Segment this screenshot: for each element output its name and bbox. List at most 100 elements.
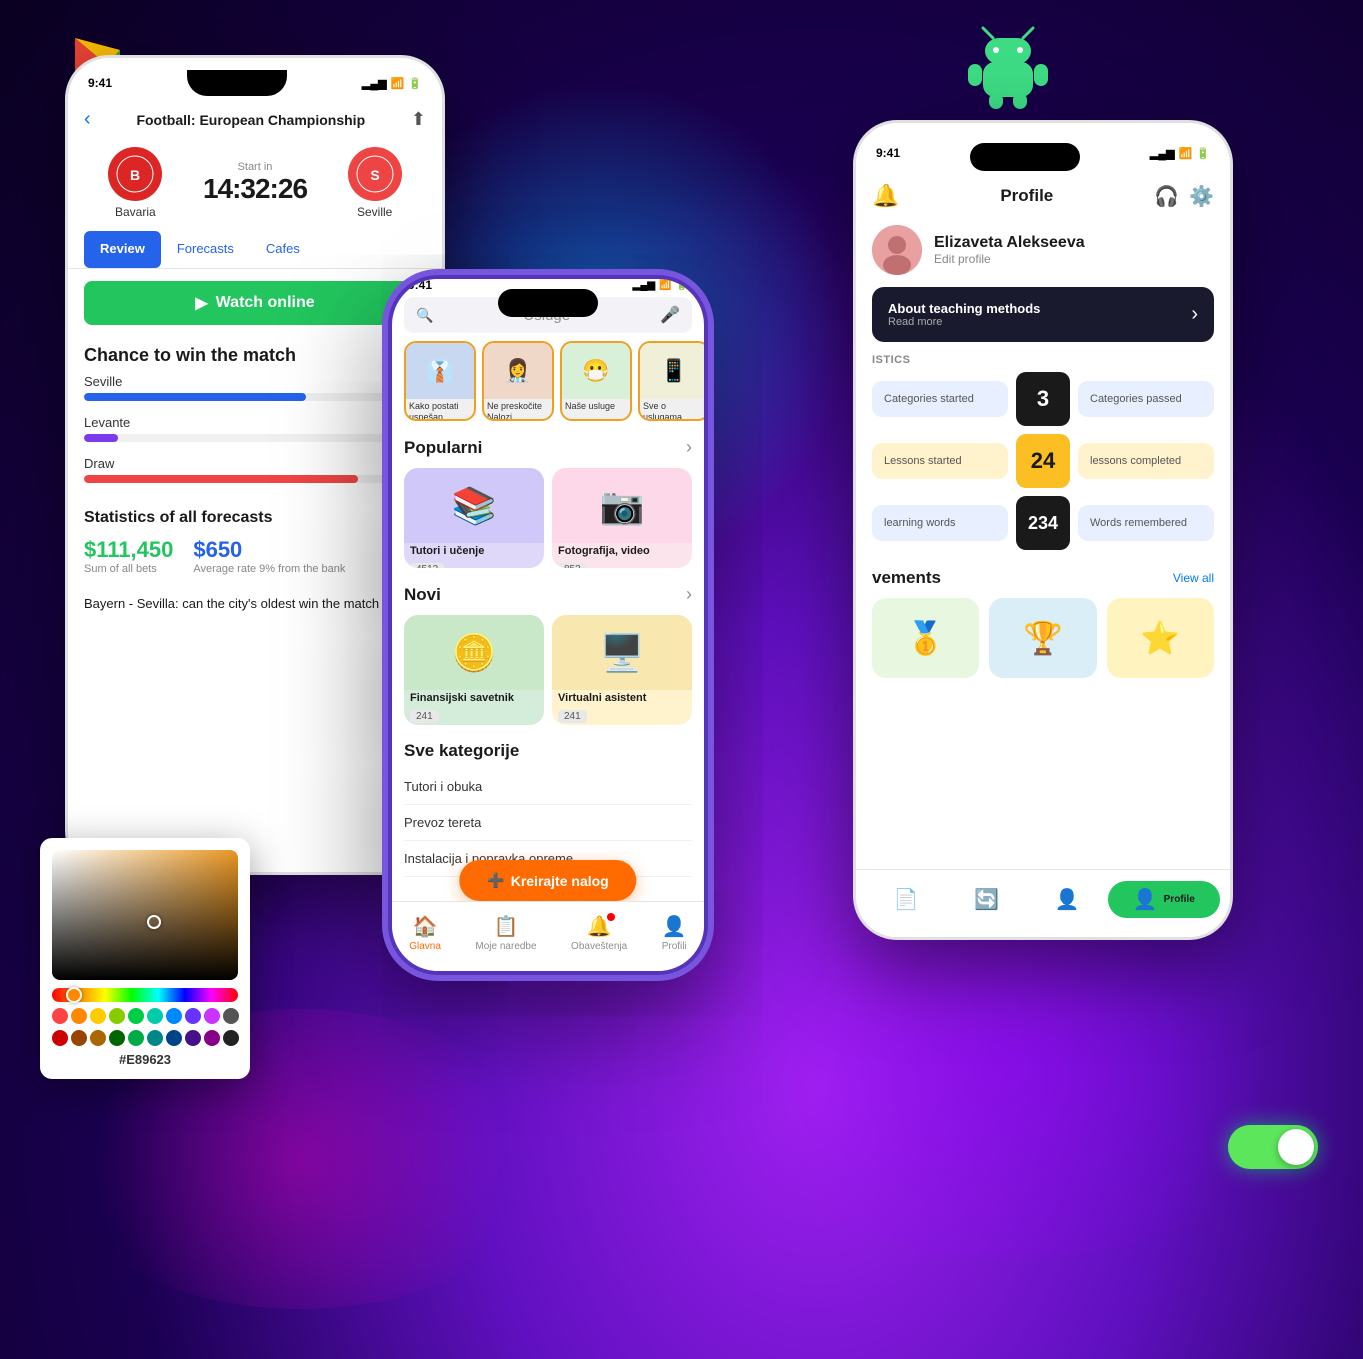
view-all-link[interactable]: View all: [1173, 571, 1214, 585]
service-card-1[interactable]: 👔 Kako postati uspešan: [404, 341, 476, 421]
headphone-icon[interactable]: 🎧: [1154, 184, 1179, 209]
swatch-5[interactable]: [128, 1008, 144, 1024]
achievement-badge-1: 🥇: [872, 598, 979, 678]
bell-icon[interactable]: 🔔: [872, 183, 899, 209]
swatch-20[interactable]: [223, 1030, 239, 1046]
phone-right: 9:41 ▂▄▆ 📶 🔋 🔔 Profile 🎧 ⚙️ Elizaveta Al…: [853, 120, 1233, 940]
user-sub[interactable]: Edit profile: [934, 252, 1085, 266]
chance-seville: Seville 38%: [84, 374, 426, 401]
svg-text:B: B: [130, 167, 140, 183]
back-button[interactable]: ‹: [84, 108, 91, 131]
service-card-4[interactable]: 📱 Sve o uslugama: [638, 341, 704, 421]
popular-card-1[interactable]: 📚 Tutori i učenje 4512: [404, 468, 544, 568]
tab-review[interactable]: Review: [84, 231, 161, 268]
nav-home[interactable]: 🏠 Glavna: [409, 914, 441, 952]
popular-card-bg-2: 📷: [552, 468, 692, 543]
cat-item-2[interactable]: Prevoz tereta: [404, 805, 692, 841]
avg-label: Average rate 9% from the bank: [193, 563, 345, 575]
teach-arrow-icon: ›: [1191, 303, 1198, 326]
achievement-badges: 🥇 🏆 ⭐: [872, 598, 1214, 678]
swatch-7[interactable]: [166, 1008, 182, 1024]
new-label: Novi: [404, 585, 441, 605]
stats-row-words: learning words 234 Words remembered: [872, 496, 1214, 550]
microphone-icon[interactable]: 🎤: [660, 305, 680, 325]
swatch-4[interactable]: [109, 1008, 125, 1024]
swatch-18[interactable]: [185, 1030, 201, 1046]
achievement-badge-2: 🏆: [989, 598, 1096, 678]
nav-profile-center[interactable]: 👤 Profili: [662, 914, 687, 952]
statistics-label: istics: [856, 354, 1230, 372]
popular-more-icon[interactable]: ›: [686, 437, 692, 458]
pnav-profile-active[interactable]: 👤 Profile: [1108, 881, 1221, 918]
new-card-1[interactable]: 🪙 Finansijski savetnik 241: [404, 615, 544, 725]
toggle-switch[interactable]: [1228, 1125, 1318, 1169]
swatch-14[interactable]: [109, 1030, 125, 1046]
swatch-16[interactable]: [147, 1030, 163, 1046]
share-button[interactable]: ⬆: [411, 109, 426, 130]
cp-gradient[interactable]: [52, 850, 238, 980]
popular-card-2[interactable]: 📷 Fotografija, video 852: [552, 468, 692, 568]
lessons-completed-label: lessons completed: [1090, 455, 1202, 467]
status-bar-left: 9:41 ▂▄▆ 📶 🔋: [68, 58, 442, 100]
lessons-started-label: Lessons started: [884, 455, 996, 467]
cat-item-1[interactable]: Tutori i obuka: [404, 769, 692, 805]
toggle-knob: [1278, 1129, 1314, 1165]
lessons-val-box: 24: [1016, 434, 1070, 488]
swatch-17[interactable]: [166, 1030, 182, 1046]
nav-notifications[interactable]: 🔔 Obaveštenja: [571, 914, 627, 952]
swatch-15[interactable]: [128, 1030, 144, 1046]
profile-bottom-nav: 📄 🔄 👤 👤 Profile: [856, 869, 1230, 937]
article-title: Bayern - Sevilla: can the city's oldest …: [68, 587, 442, 621]
lessons-started-cell: Lessons started: [872, 443, 1008, 479]
settings-icon[interactable]: ⚙️: [1189, 184, 1214, 209]
swatch-12[interactable]: [71, 1030, 87, 1046]
swatch-11[interactable]: [52, 1030, 68, 1046]
all-cat-title: Sve kategorije: [404, 741, 692, 761]
swatch-10[interactable]: [223, 1008, 239, 1024]
sum-stat: $111,450 Sum of all bets: [84, 537, 173, 575]
swatch-19[interactable]: [204, 1030, 220, 1046]
swatch-1[interactable]: [52, 1008, 68, 1024]
create-account-button[interactable]: ➕ Kreirajte nalog: [459, 860, 636, 901]
teaching-methods-banner[interactable]: About teaching methods Read more ›: [872, 287, 1214, 342]
cp-hue-cursor: [66, 987, 82, 1003]
nav-orders-label: Moje naredbe: [475, 941, 536, 952]
status-time-right: 9:41: [876, 146, 900, 160]
popular-card-title-1: Tutori i učenje: [404, 543, 544, 559]
cp-hue[interactable]: [52, 988, 238, 1002]
categories-val-box: 3: [1016, 372, 1070, 426]
new-cards: 🪙 Finansijski savetnik 241 🖥️ Virtualni …: [392, 615, 704, 725]
pnav-user[interactable]: 👤: [1027, 887, 1108, 912]
teach-text-container: About teaching methods Read more: [888, 301, 1040, 328]
match-timer: 14:32:26: [203, 173, 307, 205]
swatch-8[interactable]: [185, 1008, 201, 1024]
nav-home-label: Glavna: [409, 941, 441, 952]
swatch-2[interactable]: [71, 1008, 87, 1024]
nav-orders[interactable]: 📋 Moje naredbe: [475, 914, 536, 952]
tab-forecasts[interactable]: Forecasts: [161, 231, 250, 268]
popular-card-count-2: 852: [558, 563, 587, 568]
new-card-2[interactable]: 🖥️ Virtualni asistent 241: [552, 615, 692, 725]
status-bar-center: 9:41 ▂▄▆ 📶 🔋: [392, 279, 704, 289]
swatch-13[interactable]: [90, 1030, 106, 1046]
team-name-right: Seville: [348, 205, 402, 219]
lessons-completed-cell: lessons completed: [1078, 443, 1214, 479]
swatch-9[interactable]: [204, 1008, 220, 1024]
pnav-refresh[interactable]: 🔄: [947, 887, 1028, 912]
status-icons-left: ▂▄▆ 📶 🔋: [362, 77, 422, 90]
service-card-2[interactable]: 👩‍⚕️ Ne preskočite Nalozi: [482, 341, 554, 421]
status-bar-right: 9:41 ▂▄▆ 📶 🔋: [856, 123, 1230, 175]
popular-card-title-2: Fotografija, video: [552, 543, 692, 559]
pnav-document[interactable]: 📄: [866, 887, 947, 912]
swatch-3[interactable]: [90, 1008, 106, 1024]
color-picker[interactable]: #E89623: [40, 838, 250, 1079]
service-card-3[interactable]: 😷 Naše usluge: [560, 341, 632, 421]
new-more-icon[interactable]: ›: [686, 584, 692, 605]
watch-online-button[interactable]: ▶ Watch online: [84, 281, 426, 325]
swatch-6[interactable]: [147, 1008, 163, 1024]
tab-cafes[interactable]: Cafes: [250, 231, 316, 268]
chance-levante-label: Levante: [84, 415, 130, 430]
status-time-left: 9:41: [88, 76, 112, 90]
sum-val: $111,450: [84, 537, 173, 563]
teach-title: About teaching methods: [888, 301, 1040, 316]
